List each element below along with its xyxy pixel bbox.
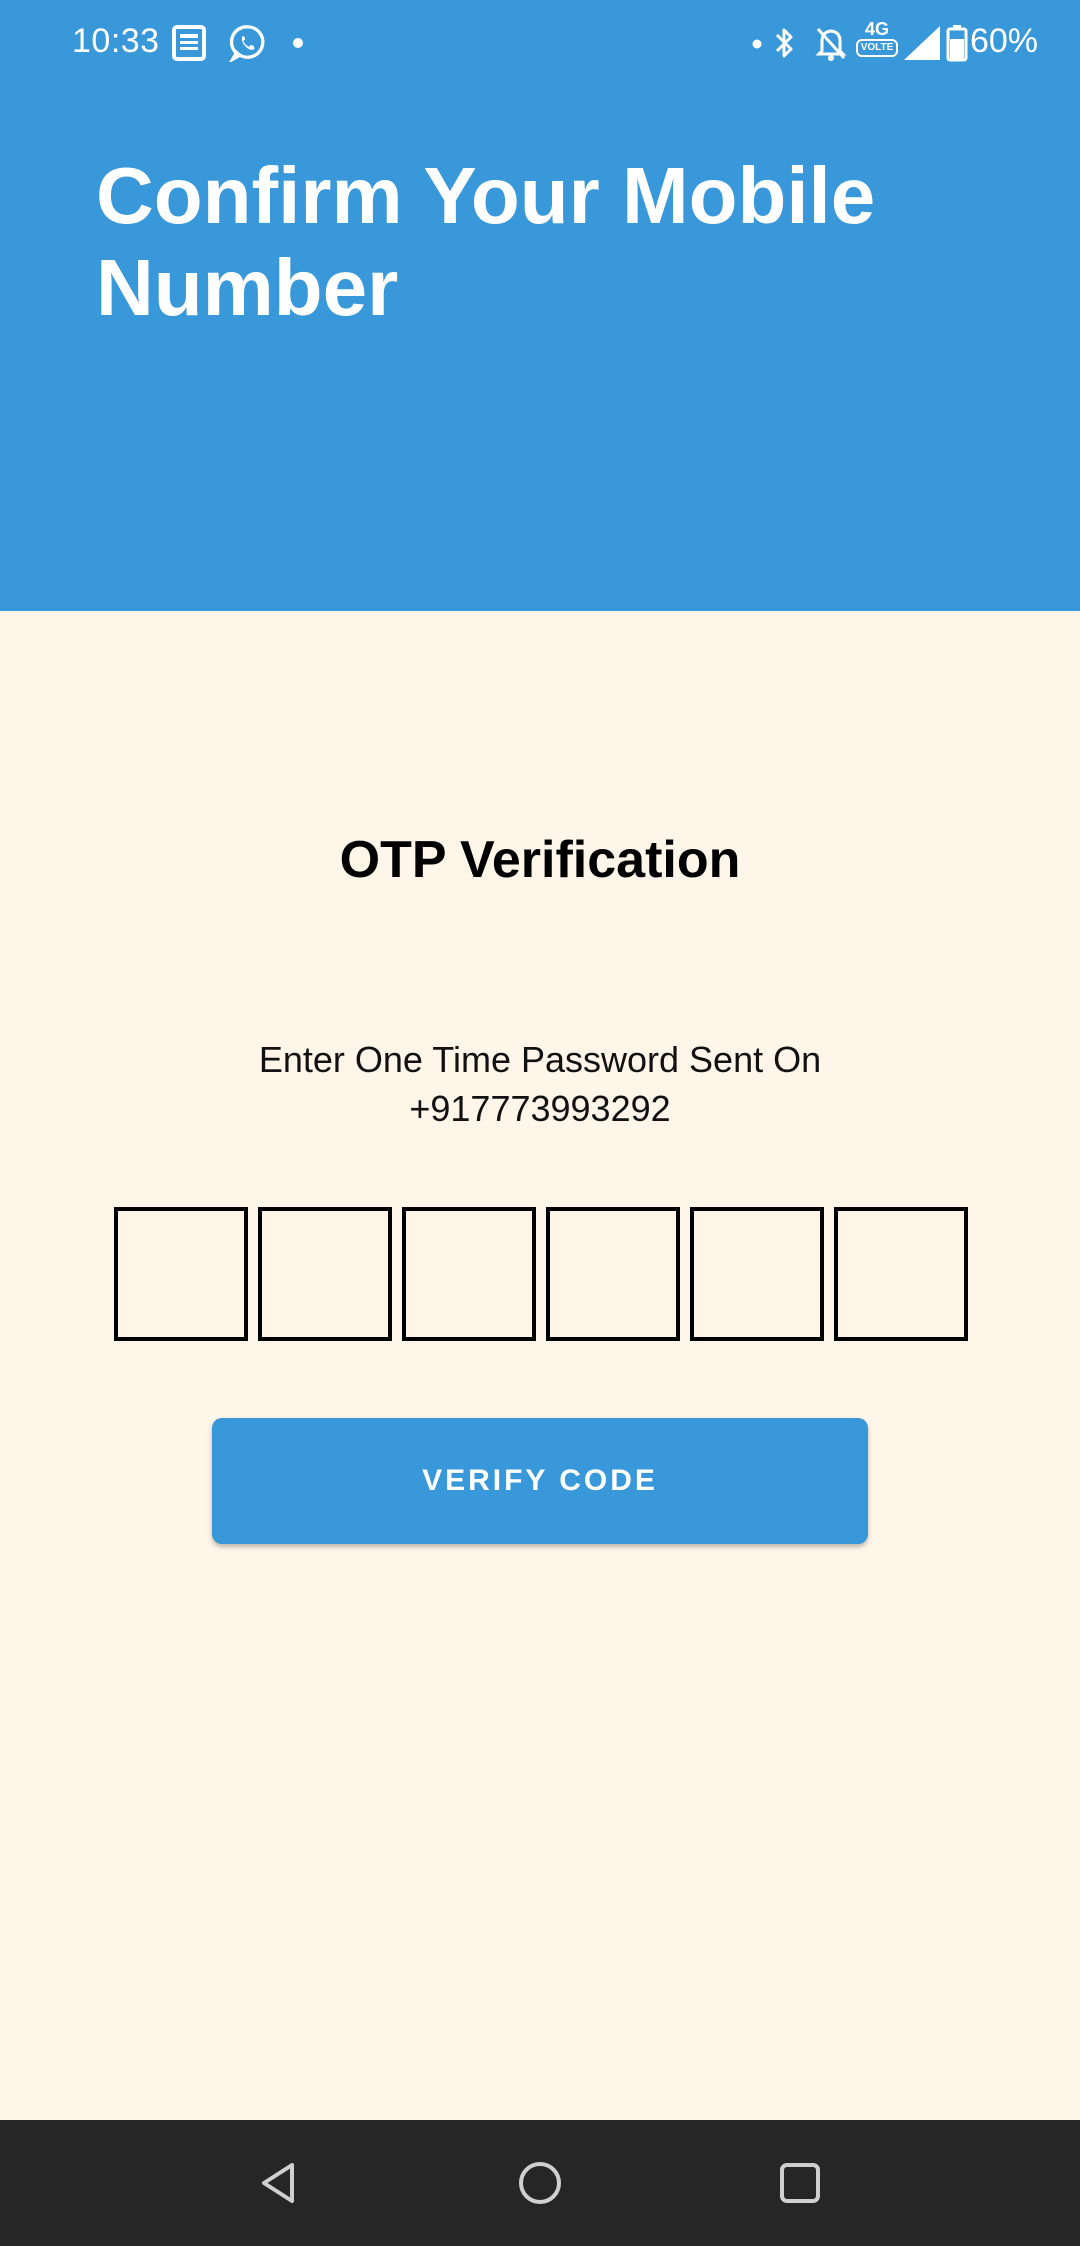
volte-label: VOLTE (856, 39, 898, 57)
4g-volte-icon: 4G VOLTE (856, 20, 898, 62)
otp-input-group (114, 1207, 968, 1341)
otp-digit-3[interactable] (402, 1207, 536, 1341)
network-type-label: 4G (864, 19, 889, 39)
whatsapp-icon (229, 25, 265, 62)
header: 10:33 4G VOLTE 60% Confirm Your Mobile N… (0, 0, 1080, 611)
news-icon (172, 25, 206, 61)
dot-icon (293, 38, 303, 48)
recents-icon[interactable] (770, 2153, 830, 2213)
otp-heading: OTP Verification (339, 831, 741, 889)
bluetooth-icon (775, 28, 793, 58)
otp-instruction-text: Enter One Time Password Sent On (258, 1039, 822, 1080)
battery-icon (946, 25, 968, 62)
navigation-bar (0, 2120, 1080, 2246)
battery-percentage: 60% (969, 22, 1038, 60)
otp-digit-1[interactable] (114, 1207, 248, 1341)
status-bar: 10:33 4G VOLTE 60% (0, 0, 1080, 90)
otp-instruction: Enter One Time Password Sent On +9177739… (0, 1035, 1080, 1133)
bell-off-icon (815, 27, 847, 61)
status-time: 10:33 (72, 22, 160, 60)
otp-digit-6[interactable] (834, 1207, 968, 1341)
otp-digit-4[interactable] (546, 1207, 680, 1341)
back-icon[interactable] (250, 2153, 310, 2213)
otp-digit-5[interactable] (690, 1207, 824, 1341)
page-title: Confirm Your Mobile Number (96, 151, 876, 332)
dot-icon (752, 39, 762, 49)
otp-digit-2[interactable] (258, 1207, 392, 1341)
otp-phone-number: +917773993292 (409, 1088, 671, 1129)
signal-icon (904, 26, 940, 60)
home-icon[interactable] (510, 2153, 570, 2213)
verify-code-button[interactable]: VERIFY CODE (212, 1418, 868, 1544)
